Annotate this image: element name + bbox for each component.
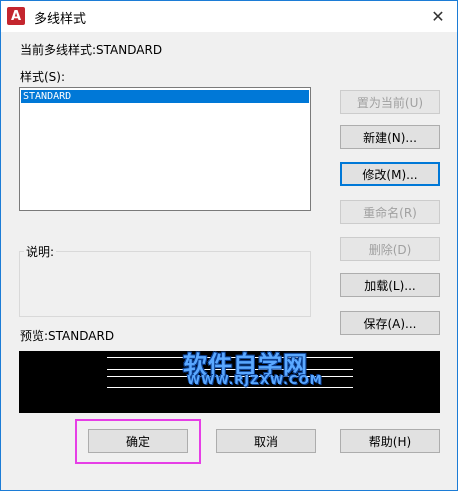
rename-button[interactable]: 重命名(R) (340, 200, 440, 224)
load-button[interactable]: 加载(L)... (340, 273, 440, 297)
ok-button[interactable]: 确定 (88, 429, 188, 453)
close-button[interactable]: ✕ (425, 4, 451, 28)
description-box (19, 251, 311, 317)
styles-label: 样式(S): (20, 70, 66, 84)
save-button[interactable]: 保存(A)... (340, 311, 440, 335)
preview-line (107, 387, 353, 388)
current-style-label: 当前多线样式:STANDARD (20, 43, 163, 57)
autocad-app-icon: A (7, 7, 25, 25)
title-bar: A 多线样式 ✕ (1, 1, 457, 32)
watermark-url: WWW.RJZXW.COM (187, 373, 323, 387)
close-icon: ✕ (431, 6, 445, 26)
dialog-title: 多线样式 (34, 12, 87, 27)
description-label: 说明: (24, 243, 57, 260)
multiline-style-dialog: A 多线样式 ✕ 当前多线样式:STANDARD 样式(S): STANDARD… (0, 0, 458, 491)
help-button[interactable]: 帮助(H) (340, 429, 440, 453)
delete-button[interactable]: 删除(D) (340, 237, 440, 261)
styles-listbox[interactable]: STANDARD (19, 87, 311, 211)
set-current-button[interactable]: 置为当前(U) (340, 90, 440, 114)
new-button[interactable]: 新建(N)... (340, 125, 440, 149)
modify-button[interactable]: 修改(M)... (340, 162, 440, 186)
preview-label: 预览:STANDARD (20, 329, 115, 343)
cancel-button[interactable]: 取消 (216, 429, 316, 453)
list-item[interactable]: STANDARD (21, 90, 309, 103)
